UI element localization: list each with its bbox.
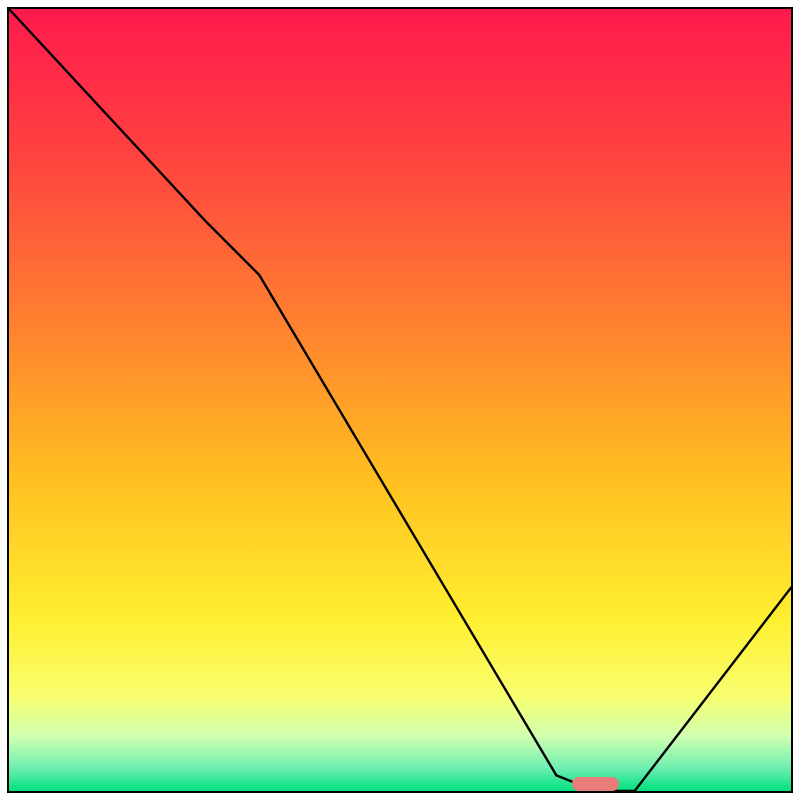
chart-frame <box>7 7 793 793</box>
bottleneck-curve <box>9 9 791 791</box>
sweet-spot-marker <box>572 777 619 791</box>
